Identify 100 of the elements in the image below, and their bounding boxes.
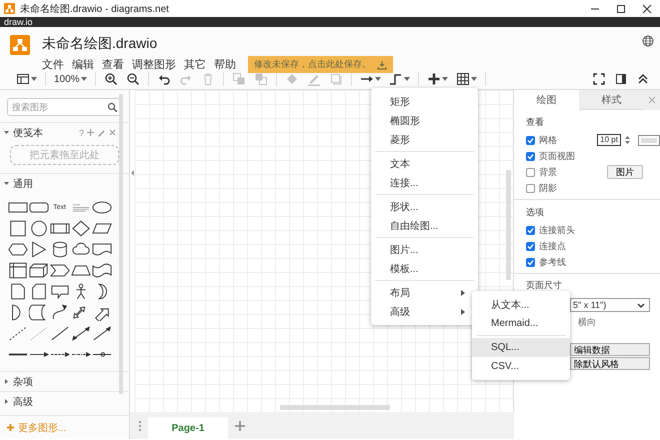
concave-shape-icon[interactable] xyxy=(28,304,48,321)
option-label[interactable]: 背景 xyxy=(539,166,587,178)
hexagon-icon[interactable] xyxy=(8,241,28,258)
checkbox[interactable] xyxy=(526,136,535,144)
option-label[interactable]: 连接箭头 xyxy=(539,224,587,236)
document-icon[interactable] xyxy=(92,241,112,258)
option-label[interactable]: 页面视图 xyxy=(539,150,587,162)
caret-icon xyxy=(80,77,87,81)
dotted-line-icon[interactable] xyxy=(28,325,48,342)
menu-item[interactable]: 形状... xyxy=(371,197,471,216)
logo-icon xyxy=(10,35,30,55)
panel-button[interactable]: 编辑数据 xyxy=(570,343,650,356)
fullscreen-icon xyxy=(592,72,606,86)
zoom-out-icon xyxy=(126,72,140,86)
download-icon xyxy=(377,60,387,70)
panel-button[interactable]: 除默认风格 xyxy=(570,357,650,370)
caret-icon[interactable] xyxy=(3,398,10,405)
plus-icon[interactable] xyxy=(234,420,246,432)
caret-icon[interactable] xyxy=(3,129,10,136)
menu-item[interactable]: CSV... xyxy=(472,357,570,376)
section-title[interactable]: 杂项 xyxy=(13,374,33,388)
internal-storage-icon[interactable] xyxy=(8,262,28,279)
section-title[interactable]: 通用 xyxy=(13,176,33,190)
search-field[interactable]: 搜索图形 xyxy=(7,98,121,116)
checkbox[interactable] xyxy=(526,168,535,176)
section-title[interactable]: 高级 xyxy=(13,394,33,408)
menu-item[interactable]: Mermaid... xyxy=(472,314,570,333)
section-title[interactable]: 便笺本 xyxy=(13,126,43,140)
menu-item[interactable]: 布局 xyxy=(371,283,471,302)
option-label[interactable]: 阴影 xyxy=(539,182,587,194)
menu-item[interactable]: 模板... xyxy=(371,259,471,278)
option-label[interactable]: 连接点 xyxy=(539,240,587,252)
shadow-icon xyxy=(328,72,343,86)
layout-icon xyxy=(16,72,30,86)
app-name: draw.io xyxy=(4,17,33,27)
orientation-label[interactable]: 横向 xyxy=(570,316,660,329)
menu-item[interactable]: 编辑 xyxy=(72,57,94,72)
paper-size-dropdown[interactable]: 5" x 11") xyxy=(570,298,650,312)
layout-button[interactable] xyxy=(14,71,39,87)
size-field[interactable]: 10 pt xyxy=(597,134,621,146)
plus-icon[interactable] xyxy=(86,128,95,137)
menu-item[interactable]: 高级 xyxy=(371,302,471,321)
option-label[interactable]: 参考线 xyxy=(539,256,587,268)
spinner-icon[interactable] xyxy=(624,135,630,145)
scrollbar[interactable] xyxy=(506,170,511,280)
menu-item[interactable]: 连接... xyxy=(371,173,471,192)
maximize-icon[interactable] xyxy=(616,4,626,14)
menu-item[interactable]: 自由绘图... xyxy=(371,216,471,235)
menu-item[interactable]: 矩形 xyxy=(371,92,471,111)
menu-item[interactable]: 文件 xyxy=(42,57,64,72)
square-icon[interactable] xyxy=(8,220,28,237)
line-icon[interactable] xyxy=(50,325,70,342)
pencil-icon[interactable] xyxy=(97,128,106,137)
globe-icon[interactable] xyxy=(642,35,654,47)
menu-item[interactable]: 调整图形 xyxy=(132,57,176,72)
ellipse-icon[interactable] xyxy=(92,199,112,216)
menu-item[interactable]: 椭圆形 xyxy=(371,111,471,130)
pencil-icon xyxy=(306,72,321,86)
chevron-down-icon xyxy=(637,302,645,308)
app-icon xyxy=(4,3,15,14)
menu-item[interactable]: 查看 xyxy=(102,57,124,72)
scrollbar[interactable] xyxy=(280,405,390,410)
checkbox[interactable] xyxy=(526,258,535,266)
menu-item[interactable]: 帮助 xyxy=(214,57,236,72)
panel-tab[interactable]: 样式 xyxy=(579,90,644,110)
close-icon[interactable] xyxy=(642,4,652,14)
more-vertical-icon[interactable] xyxy=(138,420,142,432)
arrow-icon[interactable] xyxy=(92,325,112,342)
section-title: 查看 xyxy=(526,116,545,129)
caret-icon xyxy=(374,77,381,81)
double-headed-arrow-icon[interactable] xyxy=(70,325,90,342)
checkbox[interactable] xyxy=(526,226,535,234)
file-name[interactable]: 未命名绘图.drawio xyxy=(42,35,393,53)
menu-item[interactable]: 文本 xyxy=(371,154,471,173)
checkbox[interactable] xyxy=(526,184,535,192)
menu-item[interactable]: 从文本... xyxy=(472,295,570,314)
zoom-level-dropdown[interactable]: 100% xyxy=(52,71,89,87)
tape-icon[interactable] xyxy=(92,262,112,279)
step-icon[interactable] xyxy=(50,262,70,279)
option-label[interactable]: 网格 xyxy=(539,134,580,146)
circle-icon[interactable] xyxy=(28,220,48,237)
plus-icon xyxy=(426,72,441,86)
redo-icon xyxy=(178,72,193,86)
menu-item[interactable]: 其它 xyxy=(184,57,206,72)
chevrons-up-icon xyxy=(636,72,650,86)
dashed-line-icon[interactable] xyxy=(8,325,28,342)
menu-item[interactable]: 图片... xyxy=(371,240,471,259)
checkbox[interactable] xyxy=(526,152,535,160)
caret-icon[interactable] xyxy=(3,378,10,385)
menu-item[interactable]: 菱形 xyxy=(371,130,471,149)
cube-icon[interactable] xyxy=(28,262,48,279)
checkbox[interactable] xyxy=(526,242,535,250)
image-button[interactable]: 图片 xyxy=(607,165,643,179)
color-swatch[interactable] xyxy=(638,134,660,146)
caret-icon[interactable] xyxy=(3,180,10,187)
menu-item[interactable]: SQL... xyxy=(472,338,570,357)
diamond-icon[interactable] xyxy=(70,220,90,237)
callout-icon[interactable] xyxy=(50,283,70,300)
plus-icon xyxy=(6,423,15,432)
page-tab[interactable]: Page-1 xyxy=(148,417,228,439)
